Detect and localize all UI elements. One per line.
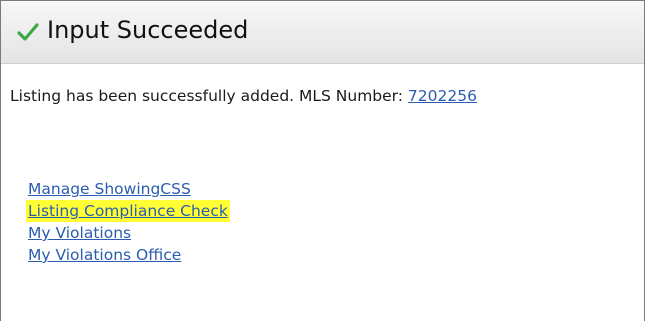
success-panel: Input Succeeded Listing has been success… <box>0 0 645 321</box>
my-violations-link[interactable]: My Violations <box>28 224 131 242</box>
listing-compliance-check-link[interactable]: Listing Compliance Check <box>28 202 228 220</box>
link-row: Listing Compliance Check <box>26 200 230 222</box>
link-row: My Violations <box>28 222 230 244</box>
success-message-text: Listing has been successfully added. MLS… <box>10 87 408 105</box>
panel-header: Input Succeeded <box>1 1 644 64</box>
manage-showingcss-link[interactable]: Manage ShowingCSS <box>28 180 191 198</box>
page-title: Input Succeeded <box>47 16 249 44</box>
checkmark-icon <box>17 23 39 41</box>
mls-number-link[interactable]: 7202256 <box>408 87 477 105</box>
link-row: My Violations Office <box>28 244 230 266</box>
success-message: Listing has been successfully added. MLS… <box>10 87 477 105</box>
link-row: Manage ShowingCSS <box>28 178 230 200</box>
action-links: Manage ShowingCSS Listing Compliance Che… <box>26 178 230 266</box>
my-violations-office-link[interactable]: My Violations Office <box>28 246 181 264</box>
